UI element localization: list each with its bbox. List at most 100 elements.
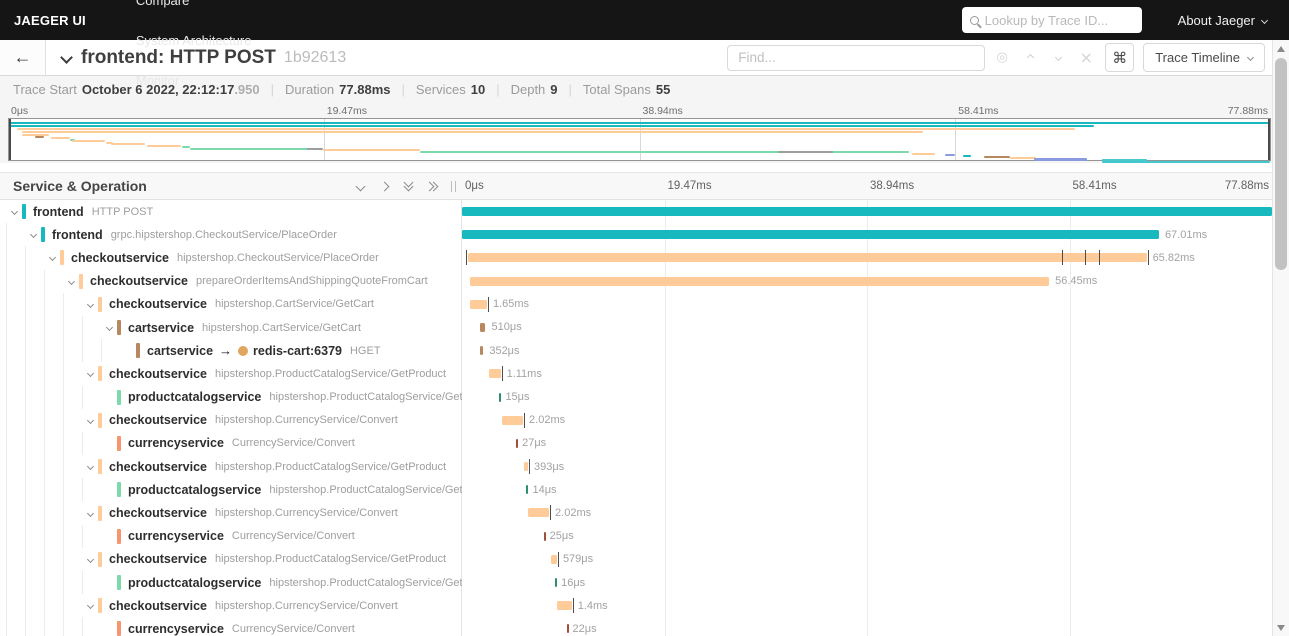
match-target-icon[interactable]: ◎ bbox=[995, 50, 1009, 65]
next-match-icon[interactable] bbox=[1051, 51, 1065, 65]
span-collapse-chevron[interactable] bbox=[6, 208, 22, 216]
span-bar-row[interactable] bbox=[462, 200, 1272, 223]
span-bar-row[interactable]: 1.65ms bbox=[462, 293, 1272, 316]
span-bar-row[interactable]: 15μs bbox=[462, 386, 1272, 409]
span-duration-bar[interactable] bbox=[479, 346, 484, 356]
span-duration-bar[interactable] bbox=[499, 392, 502, 402]
span-bar-row[interactable]: 1.11ms bbox=[462, 362, 1272, 385]
span-duration-bar[interactable] bbox=[528, 508, 550, 518]
span-collapse-chevron[interactable] bbox=[82, 416, 98, 424]
span-tree-row[interactable]: currencyservice CurrencyService/Convert bbox=[0, 431, 461, 456]
span-bar-row[interactable]: 67.01ms bbox=[462, 223, 1272, 246]
span-tree-row[interactable]: checkoutservice hipstershop.CurrencyServi… bbox=[0, 501, 461, 525]
span-tree-row[interactable]: currencyservice CurrencyService/Convert bbox=[0, 617, 461, 636]
span-duration-bar[interactable] bbox=[555, 578, 558, 587]
span-bar-row[interactable]: 65.82ms bbox=[462, 246, 1272, 269]
span-collapse-chevron[interactable] bbox=[82, 555, 98, 563]
span-collapse-chevron[interactable] bbox=[82, 602, 98, 610]
span-bar-row[interactable]: 352μs bbox=[462, 339, 1272, 362]
span-collapse-chevron[interactable] bbox=[44, 254, 60, 262]
scroll-up-icon[interactable] bbox=[1277, 46, 1285, 52]
keyboard-shortcuts-button[interactable]: ⌘ bbox=[1105, 43, 1135, 72]
span-duration-bar[interactable] bbox=[516, 438, 519, 448]
span-duration-bar[interactable] bbox=[467, 253, 1147, 263]
span-duration-bar[interactable] bbox=[566, 624, 569, 634]
nav-item-compare[interactable]: Compare bbox=[112, 0, 276, 20]
span-tree-row[interactable]: checkoutservice hipstershop.ProductCatalo… bbox=[0, 362, 461, 386]
scrollbar-thumb[interactable] bbox=[1275, 58, 1287, 270]
span-duration-bar[interactable] bbox=[469, 299, 487, 309]
clear-search-icon[interactable]: × bbox=[1079, 48, 1093, 67]
collapse-trace-detail-button[interactable] bbox=[60, 49, 73, 67]
column-resize-grip[interactable] bbox=[451, 180, 456, 192]
span-tree-row[interactable]: checkoutservice hipstershop.CheckoutServi… bbox=[0, 246, 461, 270]
nav-item-monitor[interactable]: Monitor bbox=[112, 60, 276, 100]
span-collapse-chevron[interactable] bbox=[25, 231, 41, 239]
span-bar-row[interactable]: 27μs bbox=[462, 432, 1272, 455]
range-scrubber-left[interactable] bbox=[9, 119, 11, 160]
find-input[interactable] bbox=[728, 50, 985, 65]
span-duration-bar[interactable] bbox=[502, 415, 524, 425]
span-collapse-chevron[interactable] bbox=[82, 509, 98, 517]
trace-view-label: Trace Timeline bbox=[1155, 50, 1240, 65]
span-bar-row[interactable]: 2.02ms bbox=[462, 501, 1272, 524]
span-bar-row[interactable]: 16μs bbox=[462, 571, 1272, 594]
span-tree-row[interactable]: frontend grpc.hipstershop.CheckoutService… bbox=[0, 223, 461, 247]
span-tree-row[interactable]: checkoutservice hipstershop.CartService/G… bbox=[0, 292, 461, 316]
span-duration-bar[interactable] bbox=[480, 322, 486, 332]
span-tree-row[interactable]: cartservice hipstershop.CartService/GetCa… bbox=[0, 315, 461, 340]
span-bar-row[interactable]: 579μs bbox=[462, 548, 1272, 571]
span-tree-row[interactable]: checkoutservice prepareOrderItemsAndShipp… bbox=[0, 269, 461, 293]
span-bar-row[interactable]: 14μs bbox=[462, 478, 1272, 501]
span-tree-row[interactable]: frontend HTTP POST bbox=[0, 200, 461, 223]
span-bar-row[interactable]: 1.4ms bbox=[462, 594, 1272, 617]
span-duration-bar[interactable] bbox=[462, 230, 1159, 240]
span-collapse-chevron[interactable] bbox=[82, 463, 98, 471]
span-tree-row[interactable]: productcatalogservice hipstershop.Product… bbox=[0, 385, 501, 409]
span-bar-row[interactable]: 25μs bbox=[462, 525, 1272, 548]
span-tree-row[interactable]: productcatalogservice hipstershop.Product… bbox=[0, 571, 501, 595]
span-collapse-chevron[interactable] bbox=[82, 300, 98, 308]
span-tree-row[interactable]: checkoutservice hipstershop.ProductCatalo… bbox=[0, 547, 461, 571]
about-jaeger-menu[interactable]: About Jaeger bbox=[1178, 13, 1269, 28]
span-tree-row[interactable]: checkoutservice hipstershop.CurrencyServi… bbox=[0, 408, 461, 432]
nav-item-system-architecture[interactable]: System Architecture bbox=[112, 20, 276, 60]
vertical-scrollbar[interactable] bbox=[1272, 40, 1289, 636]
app-logo[interactable]: JAEGER UI bbox=[0, 13, 112, 28]
span-bar-row[interactable]: 2.02ms bbox=[462, 409, 1272, 432]
span-bar-row[interactable]: 56.45ms bbox=[462, 270, 1272, 293]
span-duration-bar[interactable] bbox=[489, 369, 501, 379]
operation-name: hipstershop.ProductCatalogService/GetPro… bbox=[214, 367, 447, 380]
span-tree-row[interactable]: checkoutservice hipstershop.ProductCatalo… bbox=[0, 455, 461, 479]
back-button[interactable]: ← bbox=[0, 40, 46, 75]
span-tree-row[interactable]: cartservice → redis-cart:6379 HGET bbox=[0, 339, 461, 363]
range-scrubber-right[interactable] bbox=[1268, 119, 1270, 160]
prev-match-icon[interactable] bbox=[1023, 51, 1037, 65]
span-bar-row[interactable]: 510μs bbox=[462, 316, 1272, 339]
span-collapse-chevron[interactable] bbox=[82, 370, 98, 378]
span-tree-row[interactable]: checkoutservice hipstershop.CurrencyServi… bbox=[0, 594, 461, 618]
span-collapse-chevron[interactable] bbox=[63, 277, 79, 285]
trace-lookup-input[interactable] bbox=[984, 12, 1125, 28]
span-duration-bar[interactable] bbox=[543, 531, 546, 541]
span-duration-bar[interactable] bbox=[470, 276, 1050, 286]
expand-all-icon[interactable] bbox=[424, 181, 439, 191]
collapse-all-icon[interactable] bbox=[403, 177, 414, 192]
indent-guide bbox=[6, 223, 25, 247]
span-duration-bar[interactable] bbox=[557, 601, 572, 611]
span-duration-bar[interactable] bbox=[526, 485, 529, 495]
span-tree-row[interactable]: currencyservice CurrencyService/Convert bbox=[0, 524, 461, 548]
minimap-canvas[interactable] bbox=[8, 118, 1271, 163]
span-duration-bar[interactable] bbox=[550, 554, 557, 564]
span-bar-row[interactable]: 22μs bbox=[462, 617, 1272, 636]
collapse-one-icon[interactable] bbox=[355, 181, 366, 191]
chevron-down-icon bbox=[86, 300, 94, 308]
expand-one-icon[interactable] bbox=[379, 181, 390, 191]
span-tree-row[interactable]: productcatalogservice hipstershop.Product… bbox=[0, 478, 501, 502]
trace-view-selector[interactable]: Trace Timeline bbox=[1143, 43, 1265, 72]
span-duration-bar[interactable] bbox=[523, 462, 528, 472]
span-duration-bar[interactable] bbox=[462, 207, 1272, 216]
scroll-down-icon[interactable] bbox=[1277, 625, 1285, 631]
span-bar-row[interactable]: 393μs bbox=[462, 455, 1272, 478]
span-collapse-chevron[interactable] bbox=[101, 323, 117, 332]
